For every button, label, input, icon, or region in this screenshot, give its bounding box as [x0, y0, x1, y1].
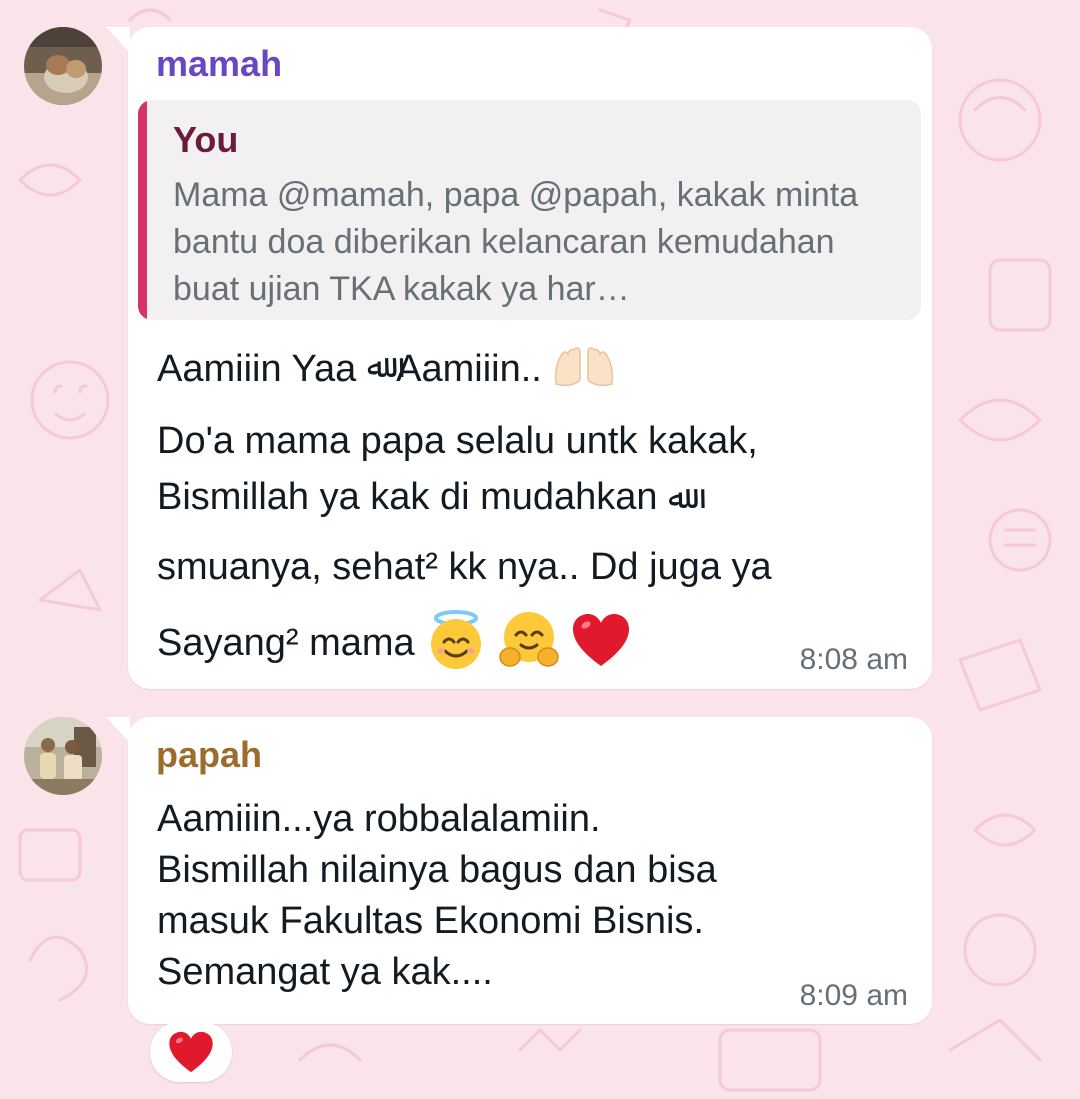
message-line: Aamiiin Yaa ﷲ Aamiiin.. — [157, 344, 616, 398]
message-line: Semangat ya kak.... — [157, 951, 493, 993]
message-line: Bismillah nilainya bagus dan bisa — [157, 849, 717, 891]
avatar[interactable] — [24, 717, 102, 795]
reaction-badge[interactable] — [150, 1022, 232, 1082]
message-line: Aamiiin...ya robbalalamiin. — [157, 798, 601, 840]
raising-hands-icon — [552, 344, 616, 398]
avatar[interactable] — [24, 27, 102, 105]
message-timestamp: 8:09 am — [799, 979, 908, 1012]
quote-author: You — [173, 119, 239, 160]
message-line: masuk Fakultas Ekonomi Bisnis. — [157, 900, 704, 942]
message-line: Do'a mama papa selalu untk kakak, — [157, 420, 758, 462]
message-line: Sayang² mama — [157, 609, 632, 681]
quote-text: Mama @mamah, papa @papah, kakak minta ba… — [173, 176, 859, 308]
avatar-photo — [24, 27, 102, 105]
message-bubble[interactable]: mamah You Mama @mamah, papa @papah, kaka… — [128, 27, 932, 689]
sender-name[interactable]: mamah — [156, 44, 282, 84]
message-timestamp: 8:08 am — [799, 643, 908, 676]
avatar-photo — [24, 717, 102, 795]
message-line: Bismillah ya kak di mudahkan ﷲ — [157, 476, 687, 518]
bubble-tail — [106, 27, 130, 53]
allah-glyph: ﷲ — [668, 478, 687, 516]
allah-glyph: ﷲ — [366, 347, 386, 385]
quote-accent-bar — [138, 100, 147, 320]
red-heart-icon — [169, 1031, 213, 1073]
message-bubble[interactable]: papah Aamiiin...ya robbalalamiin. Bismil… — [128, 717, 932, 1024]
sender-name[interactable]: papah — [156, 735, 262, 775]
bubble-tail — [106, 717, 130, 743]
quoted-message[interactable]: You Mama @mamah, papa @papah, kakak mint… — [138, 100, 921, 320]
smiling-halo-icon — [425, 609, 487, 681]
red-heart-icon — [570, 611, 632, 679]
message-line: smuanya, sehat² kk nya.. Dd juga ya — [157, 546, 772, 588]
hugging-face-icon — [498, 609, 560, 681]
